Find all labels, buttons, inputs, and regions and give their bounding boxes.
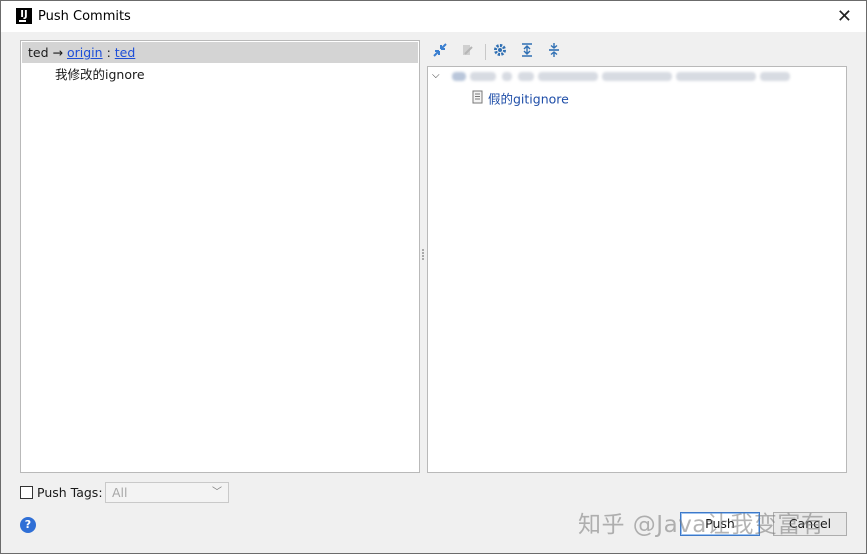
branch-row[interactable]: ted → origin : ted xyxy=(22,42,418,63)
local-branch: ted xyxy=(28,45,49,60)
watermark: 知乎 @Java让我变富有 xyxy=(578,512,825,538)
gear-icon[interactable] xyxy=(490,42,510,62)
commit-item[interactable]: 我修改的ignore xyxy=(55,65,145,85)
chevron-down-icon[interactable]: ⌵ xyxy=(432,70,440,81)
changed-file-item[interactable]: 假的gitignore xyxy=(472,90,569,108)
expand-all-icon[interactable] xyxy=(517,42,537,62)
tags-dropdown-value: All xyxy=(112,485,128,500)
branch-arrow: → xyxy=(52,45,63,60)
close-icon[interactable]: ✕ xyxy=(837,6,852,27)
repository-node-blurred xyxy=(452,69,792,84)
collapse-arrows-icon[interactable] xyxy=(430,42,450,62)
tags-dropdown[interactable]: All ﹀ xyxy=(105,482,229,503)
commits-tree-panel: ted → origin : ted 我修改的ignore xyxy=(20,40,420,473)
remote-link[interactable]: origin xyxy=(67,45,103,60)
collapse-all-icon[interactable] xyxy=(544,42,564,62)
intellij-logo-icon: IJ xyxy=(16,8,32,24)
splitter-handle[interactable] xyxy=(420,248,426,262)
text-file-icon xyxy=(472,90,484,109)
push-tags-checkbox[interactable] xyxy=(20,486,33,499)
changes-tree-panel xyxy=(427,66,847,473)
file-name: 假的gitignore xyxy=(488,91,569,107)
edit-source-icon[interactable] xyxy=(457,42,477,62)
branch-separator: : xyxy=(106,45,111,60)
chevron-down-icon: ﹀ xyxy=(212,487,222,498)
toolbar-separator xyxy=(485,44,486,60)
target-branch-link[interactable]: ted xyxy=(115,45,136,60)
push-tags-label: Push Tags: xyxy=(37,485,103,500)
help-icon[interactable]: ? xyxy=(20,517,36,533)
window-title: Push Commits xyxy=(38,9,131,24)
title-bar: IJ Push Commits ✕ xyxy=(1,1,866,32)
